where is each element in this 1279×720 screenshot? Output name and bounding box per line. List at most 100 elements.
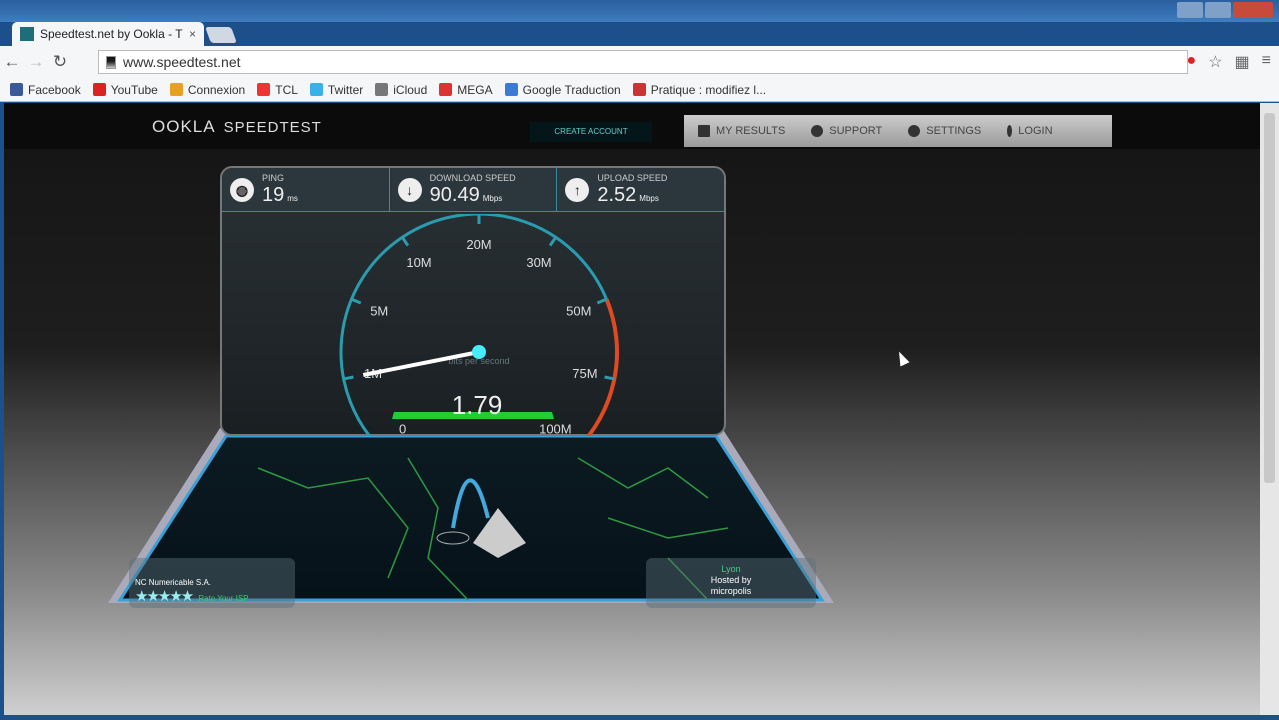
- menu-my-results[interactable]: MY RESULTS: [698, 125, 785, 137]
- needle-hub: [472, 345, 486, 359]
- adblock-icon[interactable]: ●: [1187, 52, 1197, 72]
- speedtest-favicon: [20, 27, 34, 41]
- server-city[interactable]: Lyon: [646, 564, 816, 575]
- close-tab-icon[interactable]: ×: [189, 27, 196, 41]
- gauge-tick-label: 50M: [566, 304, 591, 319]
- gauge-tick-label: 5M: [370, 304, 388, 319]
- gauge-tick-label: 0: [399, 421, 406, 436]
- gauge-tick-label: 75M: [572, 366, 597, 381]
- back-icon[interactable]: ←: [0, 52, 24, 72]
- bookmark-google-traduction[interactable]: Google Traduction: [504, 82, 621, 97]
- gauge-tick: [548, 236, 557, 247]
- server-box: Lyon Hosted by micropolis: [646, 558, 816, 608]
- gauge-tick: [350, 297, 362, 305]
- bookmark-mega[interactable]: MEGA: [439, 82, 493, 97]
- bookmark-icon: [309, 83, 323, 96]
- speed-panel: ◍ PING 19 ms ↓ DOWNLOAD SPEED 90.49 Mbps ↑ UPLO…: [220, 166, 726, 436]
- bookmark-youtube[interactable]: YouTube: [92, 82, 158, 97]
- bookmark-label: MEGA: [457, 82, 493, 97]
- gauge-tick: [604, 375, 615, 381]
- bookmark-icon: [439, 83, 453, 96]
- forward-icon[interactable]: →: [24, 52, 48, 72]
- site-header: OOKLA SPEEDTEST CREATE ACCOUNT MY RESULTS…: [4, 103, 1260, 149]
- download-label: DOWNLOAD SPEED: [429, 172, 516, 183]
- browser-toolbar: ← → ↻ www.speedtest.net ● ☆ ▦ ≡: [0, 46, 1279, 78]
- download-stat: ↓ DOWNLOAD SPEED 90.49 Mbps: [390, 168, 558, 211]
- menu-icon[interactable]: ≡: [1262, 52, 1271, 72]
- bookmark-label: TCL: [275, 82, 298, 97]
- bookmark-facebook[interactable]: Facebook: [10, 83, 81, 97]
- user-icon: [1007, 125, 1013, 137]
- gear-icon: [908, 125, 921, 137]
- ping-label: PING: [262, 172, 285, 183]
- rate-isp-link[interactable]: Rate Your ISP: [198, 594, 248, 603]
- bookmark-icon: [504, 83, 518, 96]
- upload-unit: Mbps: [639, 193, 659, 203]
- bookmark-icon: [375, 83, 389, 96]
- download-value: 90.49: [429, 183, 480, 206]
- bookmarks-bar: Facebook YouTube Connexion TCL Twitter iCloud…: [0, 78, 1279, 102]
- menu-settings[interactable]: SETTINGS: [908, 125, 981, 137]
- bookmark-label: Twitter: [327, 82, 364, 97]
- desktop-taskbar: [0, 0, 1279, 22]
- upload-arrow-icon: ↑: [565, 177, 590, 202]
- gauge-tick-label: 10M: [406, 255, 431, 270]
- gauge-tick-label: 100M: [539, 421, 572, 436]
- upload-label: UPLOAD SPEED: [597, 172, 668, 183]
- star-icon[interactable]: ☆: [1208, 52, 1222, 72]
- gauge-current-value: 1.79: [452, 390, 503, 420]
- gauge-tick: [401, 236, 410, 247]
- bookmark-pratique-modifiez-l-[interactable]: Pratique : modifiez l...: [632, 82, 767, 97]
- browser-tab[interactable]: Speedtest.net by Ookla - T ×: [12, 22, 204, 46]
- download-unit: Mbps: [482, 193, 503, 203]
- bookmark-connexion[interactable]: Connexion: [169, 82, 246, 97]
- bookmark-label: Facebook: [28, 82, 81, 97]
- speedtest-page: OOKLA SPEEDTEST CREATE ACCOUNT MY RESULTS…: [4, 103, 1260, 715]
- gauge-tick-label: 30M: [526, 255, 551, 270]
- scrollbar[interactable]: [1260, 103, 1279, 715]
- address-bar[interactable]: www.speedtest.net: [98, 50, 1188, 74]
- scrollbar-thumb[interactable]: [1264, 113, 1275, 483]
- bookmark-icon: [92, 83, 106, 96]
- upload-value: 2.52: [597, 183, 637, 206]
- bookmark-icon: [10, 83, 23, 96]
- page-icon: [106, 56, 116, 69]
- folder-icon: [698, 125, 710, 137]
- bookmark-tcl[interactable]: TCL: [257, 83, 298, 97]
- url-text: www.speedtest.net: [123, 54, 241, 70]
- bookmark-icon: [169, 83, 183, 96]
- bookmark-twitter[interactable]: Twitter: [309, 82, 364, 97]
- bookmark-label: Google Traduction: [522, 82, 621, 97]
- reload-icon[interactable]: ↻: [48, 52, 72, 72]
- site-menu: MY RESULTS SUPPORT SETTINGS LOGIN: [684, 115, 1112, 147]
- bookmark-icloud[interactable]: iCloud: [375, 83, 427, 97]
- new-tab-button[interactable]: [205, 27, 237, 43]
- help-icon: [811, 125, 824, 137]
- ookla-logo[interactable]: OOKLA SPEEDTEST: [152, 117, 322, 137]
- isp-box: NC Numericable S.A. ★★★★★ Rate Your ISP: [129, 558, 295, 608]
- gauge-tick: [596, 297, 608, 305]
- bookmark-label: Connexion: [187, 82, 246, 97]
- gauge-tick-label: 20M: [466, 237, 491, 252]
- bookmark-icon: [257, 83, 271, 96]
- bookmark-label: YouTube: [110, 82, 158, 97]
- bookmark-label: Pratique : modifiez l...: [650, 82, 767, 97]
- speed-gauge: bits per second 1.79 01M5M10M20M30M50M75…: [339, 214, 619, 436]
- ping-icon: ◍: [230, 177, 254, 202]
- ping-stat: ◍ PING 19 ms: [222, 168, 390, 211]
- bookmark-icon: [632, 83, 646, 96]
- create-account-button[interactable]: CREATE ACCOUNT: [530, 122, 652, 142]
- menu-support[interactable]: SUPPORT: [811, 125, 882, 137]
- extension-icon[interactable]: ▦: [1235, 52, 1250, 72]
- bookmark-label: iCloud: [393, 82, 428, 97]
- hosted-by-label: Hosted by: [710, 575, 752, 585]
- mouse-cursor: [894, 349, 910, 367]
- window-controls[interactable]: [1177, 2, 1273, 18]
- ping-unit: ms: [287, 193, 298, 203]
- upload-stat: ↑ UPLOAD SPEED 2.52 Mbps: [557, 168, 724, 211]
- isp-name: NC Numericable S.A.: [135, 578, 212, 587]
- menu-login[interactable]: LOGIN: [1007, 125, 1053, 137]
- rating-stars[interactable]: ★★★★★: [135, 588, 194, 605]
- server-host: micropolis: [710, 586, 752, 596]
- download-arrow-icon: ↓: [397, 177, 422, 202]
